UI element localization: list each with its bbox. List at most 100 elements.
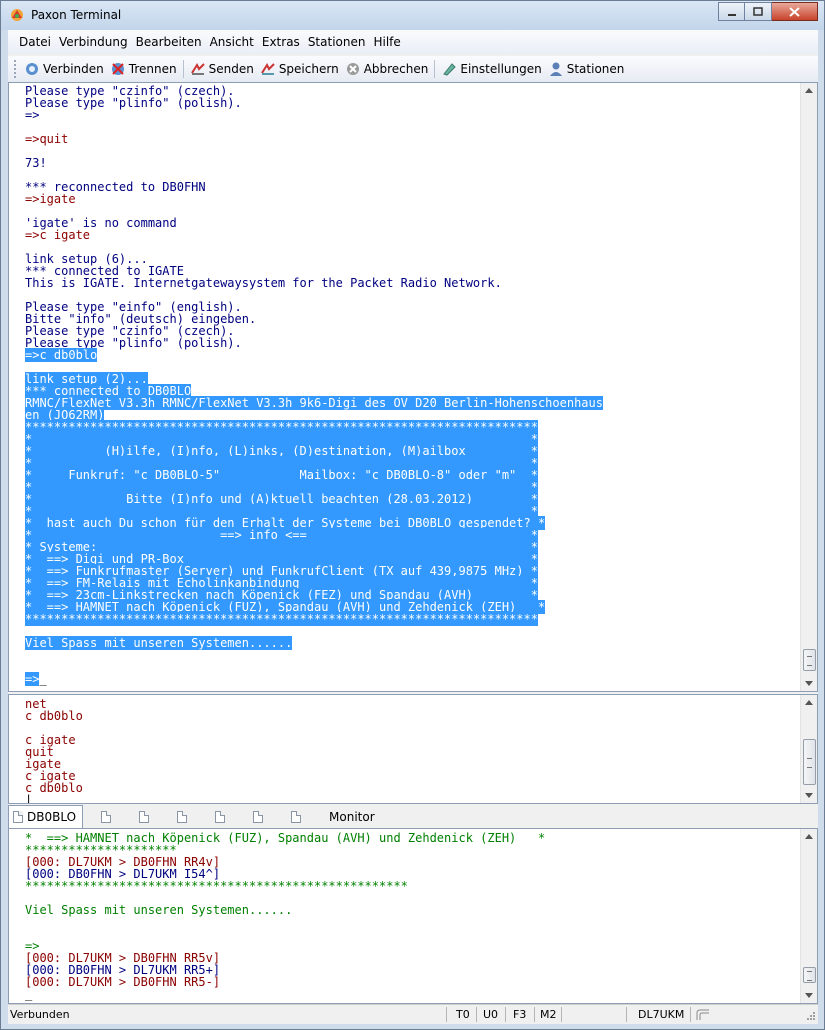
scroll-up-icon[interactable] bbox=[805, 88, 813, 93]
output-line-text: Viel Spass mit unseren Systemen...... bbox=[25, 636, 293, 650]
document-icon bbox=[13, 811, 23, 823]
toolbar-separator bbox=[182, 60, 184, 78]
output-line-text: =>c igate bbox=[25, 228, 91, 242]
disconnect-button[interactable]: Trennen bbox=[107, 58, 180, 80]
output-line: =>quit bbox=[25, 133, 603, 145]
text-caret-icon[interactable]: | bbox=[25, 794, 83, 803]
connect-label: Verbinden bbox=[43, 62, 104, 76]
output-line: 73! bbox=[25, 157, 603, 169]
menu-hilfe[interactable]: Hilfe bbox=[370, 32, 403, 52]
scroll-up-icon[interactable] bbox=[805, 700, 813, 705]
output-line: RMNC/FlexNet V3.3h RMNC/FlexNet V3.3h 9k… bbox=[25, 396, 603, 410]
input-line[interactable]: c db0blo bbox=[25, 782, 83, 794]
toolbar: Verbinden Trennen Senden Speichern Abbre… bbox=[8, 56, 818, 82]
output-pane[interactable]: Please type "czinfo" (czech). Please type… bbox=[8, 82, 818, 692]
output-text: Please type "czinfo" (czech). Please type… bbox=[25, 85, 603, 686]
menu-datei[interactable]: Datei bbox=[16, 32, 54, 52]
output-line-text: => bbox=[25, 108, 40, 122]
output-line-text: RMNC/FlexNet V3.3h RMNC/FlexNet V3.3h 9k… bbox=[25, 396, 603, 410]
abort-label: Abbrechen bbox=[363, 62, 429, 76]
output-line: Please type "plinfo" (polish). bbox=[25, 337, 603, 349]
connect-button[interactable]: Verbinden bbox=[21, 58, 107, 80]
input-text[interactable]: net c db0blo c igate quit igate c igate c db0b… bbox=[25, 698, 83, 803]
document-icon bbox=[215, 811, 226, 823]
status-divider bbox=[505, 1007, 506, 1022]
abort-icon bbox=[346, 63, 359, 75]
input-line[interactable]: c db0blo bbox=[25, 710, 83, 722]
scroll-down-icon[interactable] bbox=[805, 793, 813, 798]
tab-db0blo[interactable]: DB0BLO bbox=[8, 805, 84, 828]
tab-empty-2[interactable] bbox=[135, 806, 159, 828]
scroll-thumb[interactable] bbox=[803, 967, 816, 983]
monitor-line-text: [000: DL7UKM > DB0FHN RR5-] bbox=[25, 975, 221, 989]
tab-label: Monitor bbox=[329, 810, 375, 824]
settings-label: Einstellungen bbox=[460, 62, 542, 76]
monitor-pane[interactable]: * ==> HAMNET nach Köpenick (FUZ), Spanda… bbox=[8, 828, 818, 1004]
document-icon bbox=[291, 811, 302, 823]
menu-verbindung[interactable]: Verbindung bbox=[56, 32, 131, 52]
close-icon bbox=[789, 6, 800, 17]
monitor-line: [000: DL7UKM > DB0FHN RR5-] bbox=[25, 976, 545, 988]
window-title: Paxon Terminal bbox=[31, 8, 122, 22]
monitor-line bbox=[25, 916, 545, 928]
input-pane[interactable]: net c db0blo c igate quit igate c igate c db0b… bbox=[8, 694, 818, 804]
status-t: T0 bbox=[456, 1008, 470, 1021]
document-icon bbox=[177, 811, 188, 823]
close-button[interactable] bbox=[772, 2, 818, 21]
tab-empty-5[interactable] bbox=[249, 806, 273, 828]
output-line-text: This is IGATE. Internetgatewaysystem for… bbox=[25, 276, 502, 290]
scroll-down-icon[interactable] bbox=[805, 681, 813, 686]
tab-empty-3[interactable] bbox=[173, 806, 197, 828]
tab-empty-4[interactable] bbox=[211, 806, 235, 828]
output-line-text: => bbox=[25, 672, 40, 686]
menu-stationen[interactable]: Stationen bbox=[305, 32, 369, 52]
scroll-down-icon[interactable] bbox=[805, 993, 813, 998]
monitor-line: _ bbox=[25, 988, 545, 1000]
menu-bearbeiten[interactable]: Bearbeiten bbox=[133, 32, 205, 52]
monitor-line: Viel Spass mit unseren Systemen...... bbox=[25, 904, 545, 916]
menu-bar: Datei Verbindung Bearbeiten Ansicht Extr… bbox=[8, 30, 818, 54]
stations-button[interactable]: Stationen bbox=[545, 58, 628, 80]
output-scrollbar[interactable] bbox=[800, 83, 817, 691]
menu-extras[interactable]: Extras bbox=[259, 32, 303, 52]
minimize-button[interactable] bbox=[718, 2, 745, 21]
settings-button[interactable]: Einstellungen bbox=[438, 58, 544, 80]
channel-tabs: DB0BLO Monitor bbox=[8, 804, 818, 828]
send-button[interactable]: Senden bbox=[187, 58, 257, 80]
save-button[interactable]: Speichern bbox=[257, 58, 342, 80]
output-line-text: =>c db0blo bbox=[25, 348, 98, 362]
status-bar: Verbunden T0 U0 F3 M2 DL7UKM bbox=[8, 1004, 818, 1024]
signal-icon bbox=[696, 1009, 709, 1020]
menu-ansicht[interactable]: Ansicht bbox=[207, 32, 257, 52]
monitor-scrollbar[interactable] bbox=[800, 829, 817, 1003]
scroll-thumb[interactable] bbox=[803, 649, 816, 671]
abort-button[interactable]: Abbrechen bbox=[342, 58, 432, 80]
maximize-icon bbox=[753, 6, 763, 16]
output-line: =>_ bbox=[25, 672, 603, 686]
scroll-up-icon[interactable] bbox=[805, 834, 813, 839]
document-icon bbox=[101, 811, 112, 823]
output-line: => bbox=[25, 109, 603, 121]
tab-label: DB0BLO bbox=[27, 810, 77, 824]
resize-grip-icon[interactable] bbox=[804, 1011, 816, 1023]
status-divider bbox=[534, 1007, 535, 1022]
output-line: Please type "plinfo" (polish). bbox=[25, 97, 603, 109]
output-line: =>igate bbox=[25, 193, 603, 205]
maximize-button[interactable] bbox=[745, 2, 772, 21]
monitor-line bbox=[25, 928, 545, 940]
output-line-text: 73! bbox=[25, 156, 47, 170]
status-divider bbox=[626, 1007, 627, 1022]
input-scrollbar[interactable] bbox=[800, 695, 817, 803]
tab-empty-1[interactable] bbox=[97, 806, 121, 828]
title-bar[interactable]: Paxon Terminal bbox=[1, 1, 824, 30]
disconnect-label: Trennen bbox=[128, 62, 177, 76]
output-line: 'igate' is no command bbox=[25, 217, 603, 229]
output-line: Viel Spass mit unseren Systemen...... bbox=[25, 636, 603, 650]
tab-monitor[interactable]: Monitor bbox=[325, 806, 381, 828]
tab-empty-6[interactable] bbox=[287, 806, 311, 828]
toolbar-grip[interactable] bbox=[14, 60, 17, 78]
user-icon bbox=[549, 62, 562, 76]
scroll-thumb[interactable] bbox=[803, 739, 816, 785]
